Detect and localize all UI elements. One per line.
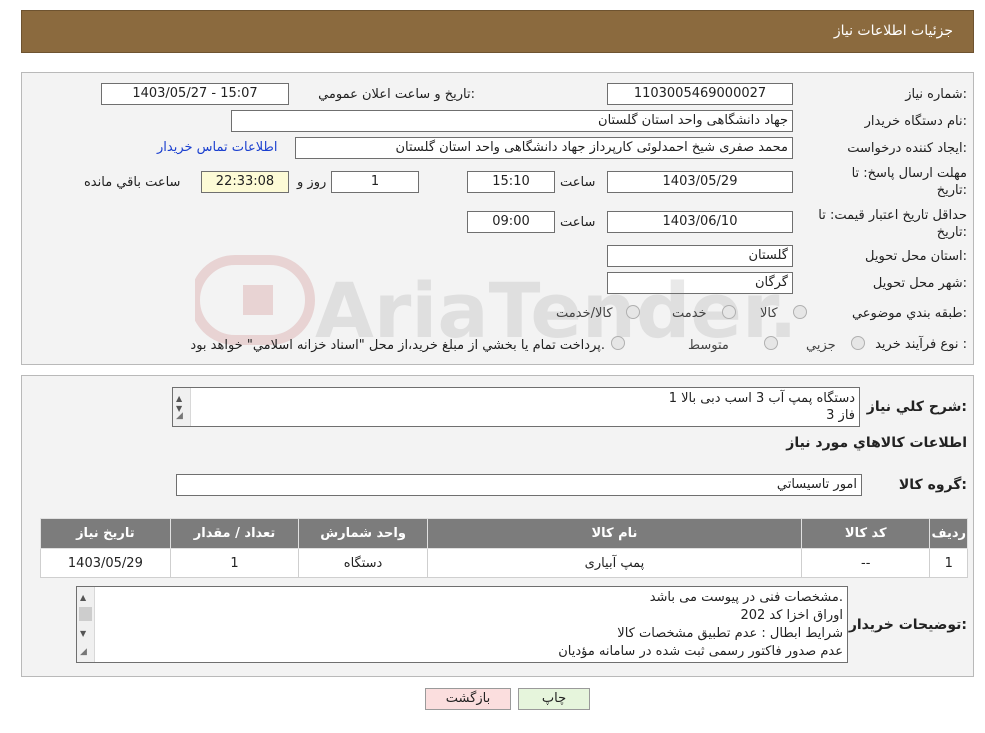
page-title: جزئيات اطلاعات نياز bbox=[833, 23, 953, 39]
col-code-header: كد كالا bbox=[801, 518, 931, 549]
province-label: استان محل تحويل: bbox=[865, 249, 967, 264]
col-row-header: رديف bbox=[929, 518, 968, 549]
cell-row: 1 bbox=[929, 548, 968, 578]
process-label: نوع فرآيند خريد : bbox=[875, 337, 967, 352]
col-unit-header: واحد شمارش bbox=[298, 518, 428, 549]
days-label: روز و bbox=[297, 175, 327, 190]
buyer-notes-textarea[interactable]: ▲ ▼ ◢ مشخصات فنی در پیوست می باشد. اوراق… bbox=[76, 586, 848, 663]
cell-date: 1403/05/29 bbox=[40, 548, 171, 578]
creator-field[interactable]: محمد صفری شیخ احمدلوئی کارپرداز جهاد دان… bbox=[295, 137, 793, 159]
buyer-notes-line: شرایط ابطال : عدم تطبیق مشخصات کالا bbox=[617, 626, 843, 641]
scroll-thumb[interactable] bbox=[79, 607, 92, 621]
col-qty-header: تعداد / مقدار bbox=[169, 518, 300, 549]
category-radio-goods-service[interactable] bbox=[626, 305, 640, 319]
category-radio-service[interactable] bbox=[722, 305, 736, 319]
category-option-goods-service: كالا/خدمت bbox=[556, 306, 613, 321]
back-button[interactable]: بازگشت bbox=[425, 688, 511, 710]
goods-table-header: رديف كد كالا نام كالا واحد شمارش تعداد /… bbox=[40, 518, 968, 549]
goods-group-field[interactable]: امور تاسيساتي bbox=[176, 474, 862, 496]
province-field[interactable]: گلستان bbox=[607, 245, 793, 267]
price-date-field[interactable]: 1403/06/10 bbox=[607, 211, 793, 233]
remaining-time-field: 22:33:08 bbox=[201, 171, 289, 193]
process-radio-medium[interactable] bbox=[764, 336, 778, 350]
cell-unit: دستگاه bbox=[298, 548, 428, 578]
description-textarea[interactable]: ▲ ▼ ◢ 1 دستگاه پمپ آب 3 اسب دبی بالا 3 ف… bbox=[172, 387, 860, 427]
city-label: شهر محل تحويل: bbox=[872, 276, 967, 291]
city-field[interactable]: گرگان bbox=[607, 272, 793, 294]
scroll-up-icon[interactable]: ▲ bbox=[80, 589, 86, 607]
process-note: پرداخت تمام يا بخشي از مبلغ خريد،از محل … bbox=[190, 338, 605, 353]
announce-label: تاريخ و ساعت اعلان عمومي: bbox=[318, 87, 475, 102]
need-number-label: شماره نياز: bbox=[905, 87, 967, 102]
reply-time-field[interactable]: 15:10 bbox=[467, 171, 555, 193]
buyer-org-field[interactable]: جهاد دانشگاهی واحد استان گلستان bbox=[231, 110, 793, 132]
need-number-field[interactable]: 1103005469000027 bbox=[607, 83, 793, 105]
col-date-header: تاريخ نياز bbox=[40, 518, 171, 549]
description-line: 1 دستگاه پمپ آب 3 اسب دبی بالا bbox=[668, 391, 855, 406]
col-name-header: نام كالا bbox=[426, 518, 803, 549]
goods-section-title: اطلاعات كالاهاي مورد نياز bbox=[786, 435, 967, 451]
process-option-medium: متوسط bbox=[688, 338, 729, 353]
table-row[interactable]: 1 -- پمپ آبیاری دستگاه 1 1403/05/29 bbox=[40, 548, 968, 578]
category-option-goods: كالا bbox=[760, 306, 778, 321]
description-line: 3 فاز bbox=[826, 408, 855, 423]
days-field[interactable]: 1 bbox=[331, 171, 419, 193]
description-label: شرح كلي نياز: bbox=[866, 399, 967, 415]
goods-group-label: گروه كالا: bbox=[898, 477, 967, 493]
reply-time-label: ساعت bbox=[560, 175, 596, 190]
resize-grip-icon[interactable]: ◢ bbox=[176, 408, 183, 425]
reply-date-field[interactable]: 1403/05/29 bbox=[607, 171, 793, 193]
price-validity-label: حداقل تاريخ اعتبار قيمت: تا تاريخ: bbox=[818, 208, 967, 240]
creator-label: ايجاد كننده درخواست: bbox=[847, 141, 967, 156]
resize-grip-icon[interactable]: ◢ bbox=[80, 643, 87, 661]
cell-qty: 1 bbox=[169, 548, 300, 578]
print-button[interactable]: چاپ bbox=[518, 688, 590, 710]
goods-table: رديف كد كالا نام كالا واحد شمارش تعداد /… bbox=[40, 518, 968, 578]
treasury-checkbox[interactable] bbox=[611, 336, 625, 350]
scroll-down-icon[interactable]: ▼ bbox=[80, 625, 86, 643]
cell-name: پمپ آبیاری bbox=[426, 548, 803, 578]
category-label: طبقه بندي موضوعي: bbox=[851, 306, 967, 321]
cell-code: -- bbox=[801, 548, 931, 578]
buyer-notes-scrollbar[interactable]: ▲ ▼ ◢ bbox=[77, 587, 95, 662]
buyer-notes-line: اوراق اخزا کد 202 bbox=[740, 608, 843, 623]
process-radio-minor[interactable] bbox=[851, 336, 865, 350]
process-option-minor: جزيي bbox=[806, 338, 836, 353]
category-option-service: خدمت bbox=[672, 306, 707, 321]
page-header: جزئيات اطلاعات نياز bbox=[21, 10, 974, 53]
remaining-label: ساعت باقي مانده bbox=[84, 175, 181, 190]
buyer-notes-line: مشخصات فنی در پیوست می باشد. bbox=[649, 590, 843, 605]
buyer-org-label: نام دستگاه خريدار: bbox=[864, 114, 967, 129]
announce-field[interactable]: 1403/05/27 - 15:07 bbox=[101, 83, 289, 105]
buyer-notes-line: عدم صدور فاکتور رسمی ثبت شده در سامانه م… bbox=[558, 644, 843, 659]
price-time-label: ساعت bbox=[560, 215, 596, 230]
category-radio-goods[interactable] bbox=[793, 305, 807, 319]
price-time-field[interactable]: 09:00 bbox=[467, 211, 555, 233]
reply-deadline-label: مهلت ارسال پاسخ: تا تاريخ: bbox=[851, 166, 967, 198]
buyer-notes-label: توضيحات خريدار: bbox=[848, 617, 967, 633]
buyer-contact-link[interactable]: اطلاعات تماس خريدار bbox=[157, 140, 277, 155]
description-scrollbar[interactable]: ▲ ▼ ◢ bbox=[173, 388, 191, 426]
